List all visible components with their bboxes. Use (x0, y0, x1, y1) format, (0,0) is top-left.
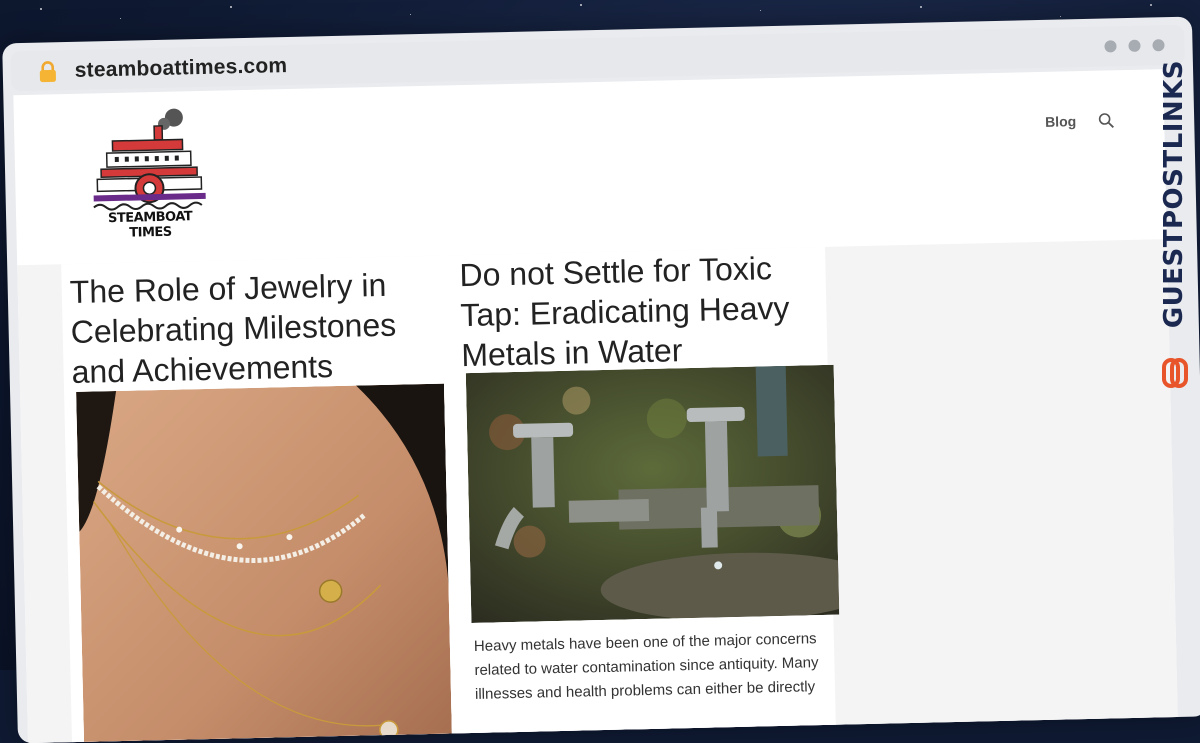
window-dot[interactable] (1104, 40, 1117, 53)
link-icon (1162, 358, 1188, 388)
window-dot[interactable] (1152, 39, 1165, 52)
post-title[interactable]: Do not Settle for Toxic Tap: Eradicating… (459, 247, 822, 375)
window-controls (1104, 39, 1165, 53)
browser-frame: steamboattimes.com STEAMBOAT TIMES Blog … (2, 16, 1200, 743)
water-tap-photo[interactable] (465, 364, 840, 624)
nav-blog-link[interactable]: Blog (1045, 113, 1076, 130)
browser-window: steamboattimes.com STEAMBOAT TIMES Blog … (2, 16, 1200, 743)
search-icon[interactable] (1098, 112, 1114, 128)
window-dot[interactable] (1128, 39, 1141, 52)
content-area: The Role of Jewelry in Celebrating Miles… (17, 239, 1178, 743)
guestpostlinks-watermark: GUESTPOSTLINKS (1154, 60, 1194, 388)
post-excerpt: Heavy metals have been one of the major … (473, 630, 819, 703)
site-header: STEAMBOAT TIMES Blog (13, 69, 1167, 265)
lock-icon (39, 61, 56, 83)
post-card-heavy-metals: Do not Settle for Toxic Tap: Eradicating… (441, 246, 840, 743)
url-text[interactable]: steamboattimes.com (75, 54, 288, 83)
main-nav: Blog (1045, 112, 1114, 130)
web-page: STEAMBOAT TIMES Blog The Role of Jewelry… (13, 69, 1178, 743)
post-title[interactable]: The Role of Jewelry in Celebrating Miles… (69, 264, 432, 392)
necklace-photo[interactable] (76, 383, 453, 743)
logo-text: STEAMBOAT TIMES (107, 209, 193, 241)
watermark-text: GUESTPOSTLINKS (1159, 60, 1189, 329)
